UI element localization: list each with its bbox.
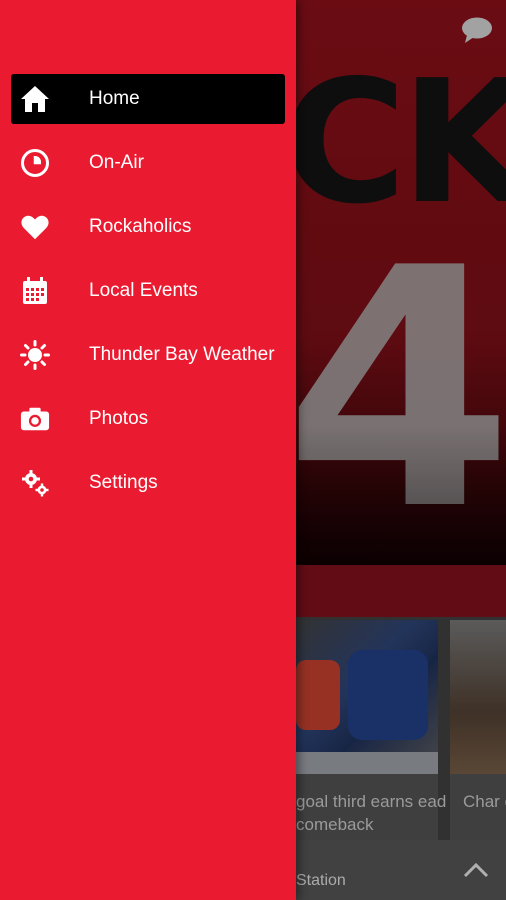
- gears-icon: [20, 468, 50, 498]
- clock-icon: [20, 148, 50, 178]
- drawer-item-photos[interactable]: Photos: [0, 394, 296, 444]
- navigation-drawer: Home On-Air Rockaholics Local Events Thu…: [0, 0, 296, 900]
- drawer-item-label: Thunder Bay Weather: [89, 344, 275, 365]
- drawer-item-rockaholics[interactable]: Rockaholics: [0, 202, 296, 252]
- home-icon: [20, 84, 50, 114]
- camera-icon: [20, 404, 50, 434]
- drawer-item-on-air[interactable]: On-Air: [0, 138, 296, 188]
- drawer-item-label: Local Events: [89, 280, 198, 301]
- calendar-icon: [20, 276, 50, 306]
- drawer-item-thunder-bay-weather[interactable]: Thunder Bay Weather: [0, 330, 296, 380]
- drawer-item-settings[interactable]: Settings: [0, 458, 296, 508]
- drawer-item-home[interactable]: Home: [11, 74, 285, 124]
- drawer-item-label: Rockaholics: [89, 216, 192, 237]
- drawer-item-label: Photos: [89, 408, 149, 429]
- drawer-menu: Home On-Air Rockaholics Local Events Thu…: [0, 74, 296, 522]
- drawer-item-label: Home: [89, 88, 140, 109]
- drawer-item-label: On-Air: [89, 152, 144, 173]
- heart-icon: [20, 212, 50, 242]
- drawer-item-label: Settings: [89, 472, 158, 493]
- drawer-item-local-events[interactable]: Local Events: [0, 266, 296, 316]
- sun-icon: [20, 340, 50, 370]
